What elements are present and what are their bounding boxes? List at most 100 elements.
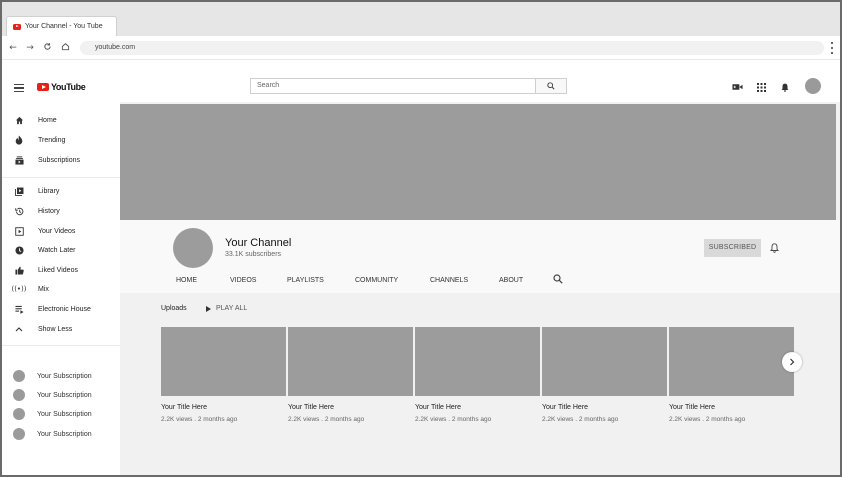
browser-window: Your Channel - You Tube ← → youtube.com … xyxy=(0,0,842,477)
channel-search-icon[interactable] xyxy=(553,274,565,286)
search-icon xyxy=(547,82,555,90)
account-avatar[interactable] xyxy=(805,78,821,94)
subscription-label: Your Subscription xyxy=(37,410,92,418)
subscription-avatar xyxy=(13,428,25,440)
sidebar-item-label: Mix xyxy=(38,285,49,293)
sidebar-item-label: Show Less xyxy=(38,325,73,333)
video-thumbnail[interactable] xyxy=(288,327,413,396)
youtube-logo[interactable]: YouTube xyxy=(37,82,86,92)
chevron-up-icon xyxy=(14,324,24,334)
flame-icon xyxy=(14,135,24,145)
sidebar-item-label: Liked Videos xyxy=(38,266,78,274)
sidebar-item-label: Trending xyxy=(38,136,66,144)
video-thumbnail[interactable] xyxy=(669,327,794,396)
url-field[interactable]: youtube.com xyxy=(80,41,824,55)
sidebar-subscription-item[interactable]: Your Subscription xyxy=(2,426,120,442)
home-icon[interactable] xyxy=(59,42,71,54)
logo-text: YouTube xyxy=(51,82,86,92)
channel-banner xyxy=(120,104,836,220)
sidebar-item-mix[interactable]: ((•)) Mix xyxy=(2,281,120,297)
subscriber-count: 33.1K subscribers xyxy=(225,251,282,258)
video-title[interactable]: Your Title Here xyxy=(669,404,794,411)
subscription-avatar xyxy=(13,389,25,401)
youtube-header: YouTube Search xyxy=(2,72,840,102)
tab-home[interactable]: HOME xyxy=(176,277,197,284)
thumb-up-icon xyxy=(14,265,24,275)
sidebar-item-your-videos[interactable]: Your Videos xyxy=(2,223,120,239)
video-meta: 2.2K views . 2 months ago xyxy=(288,416,365,423)
channel-avatar[interactable] xyxy=(173,228,213,268)
sidebar-item-history[interactable]: History xyxy=(2,203,120,219)
home-icon xyxy=(14,115,24,125)
sidebar-item-watch-later[interactable]: Watch Later xyxy=(2,242,120,258)
tab-playlists[interactable]: PLAYLISTS xyxy=(287,277,324,284)
sidebar-item-label: Electronic House xyxy=(38,305,91,313)
tab-videos[interactable]: VIDEOS xyxy=(230,277,256,284)
bell-icon[interactable] xyxy=(779,81,791,93)
apps-grid-icon[interactable] xyxy=(755,81,767,93)
history-icon xyxy=(14,206,24,216)
video-card[interactable]: Your Title Here 2.2K views . 2 months ag… xyxy=(669,327,794,423)
browser-tab[interactable]: Your Channel - You Tube xyxy=(6,16,117,36)
video-meta: 2.2K views . 2 months ago xyxy=(415,416,492,423)
tab-about[interactable]: ABOUT xyxy=(499,277,523,284)
sidebar-subscription-item[interactable]: Your Subscription xyxy=(2,368,120,384)
sidebar-item-label: History xyxy=(38,207,60,215)
forward-arrow-icon[interactable]: → xyxy=(24,42,36,54)
sidebar-item-label: Subscriptions xyxy=(38,156,81,164)
video-card[interactable]: Your Title Here 2.2K views . 2 months ag… xyxy=(415,327,540,423)
play-icon xyxy=(206,305,211,312)
subscription-label: Your Subscription xyxy=(37,430,92,438)
sidebar-item-label: Watch Later xyxy=(38,246,76,254)
sidebar-item-electronic-house[interactable]: Electronic House xyxy=(2,301,120,317)
video-title[interactable]: Your Title Here xyxy=(542,404,667,411)
video-meta: 2.2K views . 2 months ago xyxy=(669,416,746,423)
library-icon xyxy=(14,186,24,196)
play-all-button[interactable]: PLAY ALL xyxy=(206,305,247,312)
subscription-avatar xyxy=(13,408,25,420)
tab-community[interactable]: COMMUNITY xyxy=(355,277,398,284)
tab-channels[interactable]: CHANNELS xyxy=(430,277,468,284)
carousel-next-button[interactable] xyxy=(782,352,802,372)
sidebar-item-trending[interactable]: Trending xyxy=(2,132,120,148)
chevron-right-icon xyxy=(790,358,795,366)
video-card[interactable]: Your Title Here 2.2K views . 2 months ag… xyxy=(161,327,286,423)
video-meta: 2.2K views . 2 months ago xyxy=(161,416,238,423)
sidebar-subscription-item[interactable]: Your Subscription xyxy=(2,387,120,403)
uploads-heading: Uploads xyxy=(161,305,187,312)
video-thumbnail[interactable] xyxy=(415,327,540,396)
video-card[interactable]: Your Title Here 2.2K views . 2 months ag… xyxy=(288,327,413,423)
youtube-play-icon xyxy=(37,83,49,91)
sidebar: Home Trending Subscriptions Library Hist… xyxy=(2,102,120,475)
sidebar-item-liked-videos[interactable]: Liked Videos xyxy=(2,262,120,278)
video-title[interactable]: Your Title Here xyxy=(415,404,540,411)
subscription-label: Your Subscription xyxy=(37,372,92,380)
search-input[interactable]: Search xyxy=(250,78,536,94)
video-thumbnail[interactable] xyxy=(161,327,286,396)
sidebar-item-home[interactable]: Home xyxy=(2,112,120,128)
sidebar-item-subscriptions[interactable]: Subscriptions xyxy=(2,152,120,168)
browser-menu-icon[interactable] xyxy=(830,41,834,55)
youtube-favicon-icon xyxy=(13,23,21,30)
video-title[interactable]: Your Title Here xyxy=(288,404,413,411)
sidebar-item-label: Library xyxy=(38,187,60,195)
hamburger-menu-icon[interactable] xyxy=(14,84,24,92)
sidebar-item-show-less[interactable]: Show Less xyxy=(2,321,120,337)
video-camera-icon[interactable] xyxy=(731,81,743,93)
address-bar-row: ← → youtube.com xyxy=(2,36,840,60)
reload-icon[interactable] xyxy=(41,42,53,54)
playlist-icon xyxy=(14,304,24,314)
video-meta: 2.2K views . 2 months ago xyxy=(542,416,619,423)
back-arrow-icon[interactable]: ← xyxy=(7,42,19,54)
subscribed-button[interactable]: SUBSCRIBED xyxy=(704,239,761,257)
video-title[interactable]: Your Title Here xyxy=(161,404,286,411)
video-thumbnail[interactable] xyxy=(542,327,667,396)
channel-name: Your Channel xyxy=(225,237,292,249)
sidebar-divider xyxy=(2,177,120,178)
search-button[interactable] xyxy=(535,78,567,94)
notification-bell-icon[interactable] xyxy=(768,242,780,254)
sidebar-item-label: Your Videos xyxy=(38,227,76,235)
sidebar-subscription-item[interactable]: Your Subscription xyxy=(2,406,120,422)
sidebar-item-library[interactable]: Library xyxy=(2,183,120,199)
video-card[interactable]: Your Title Here 2.2K views . 2 months ag… xyxy=(542,327,667,423)
